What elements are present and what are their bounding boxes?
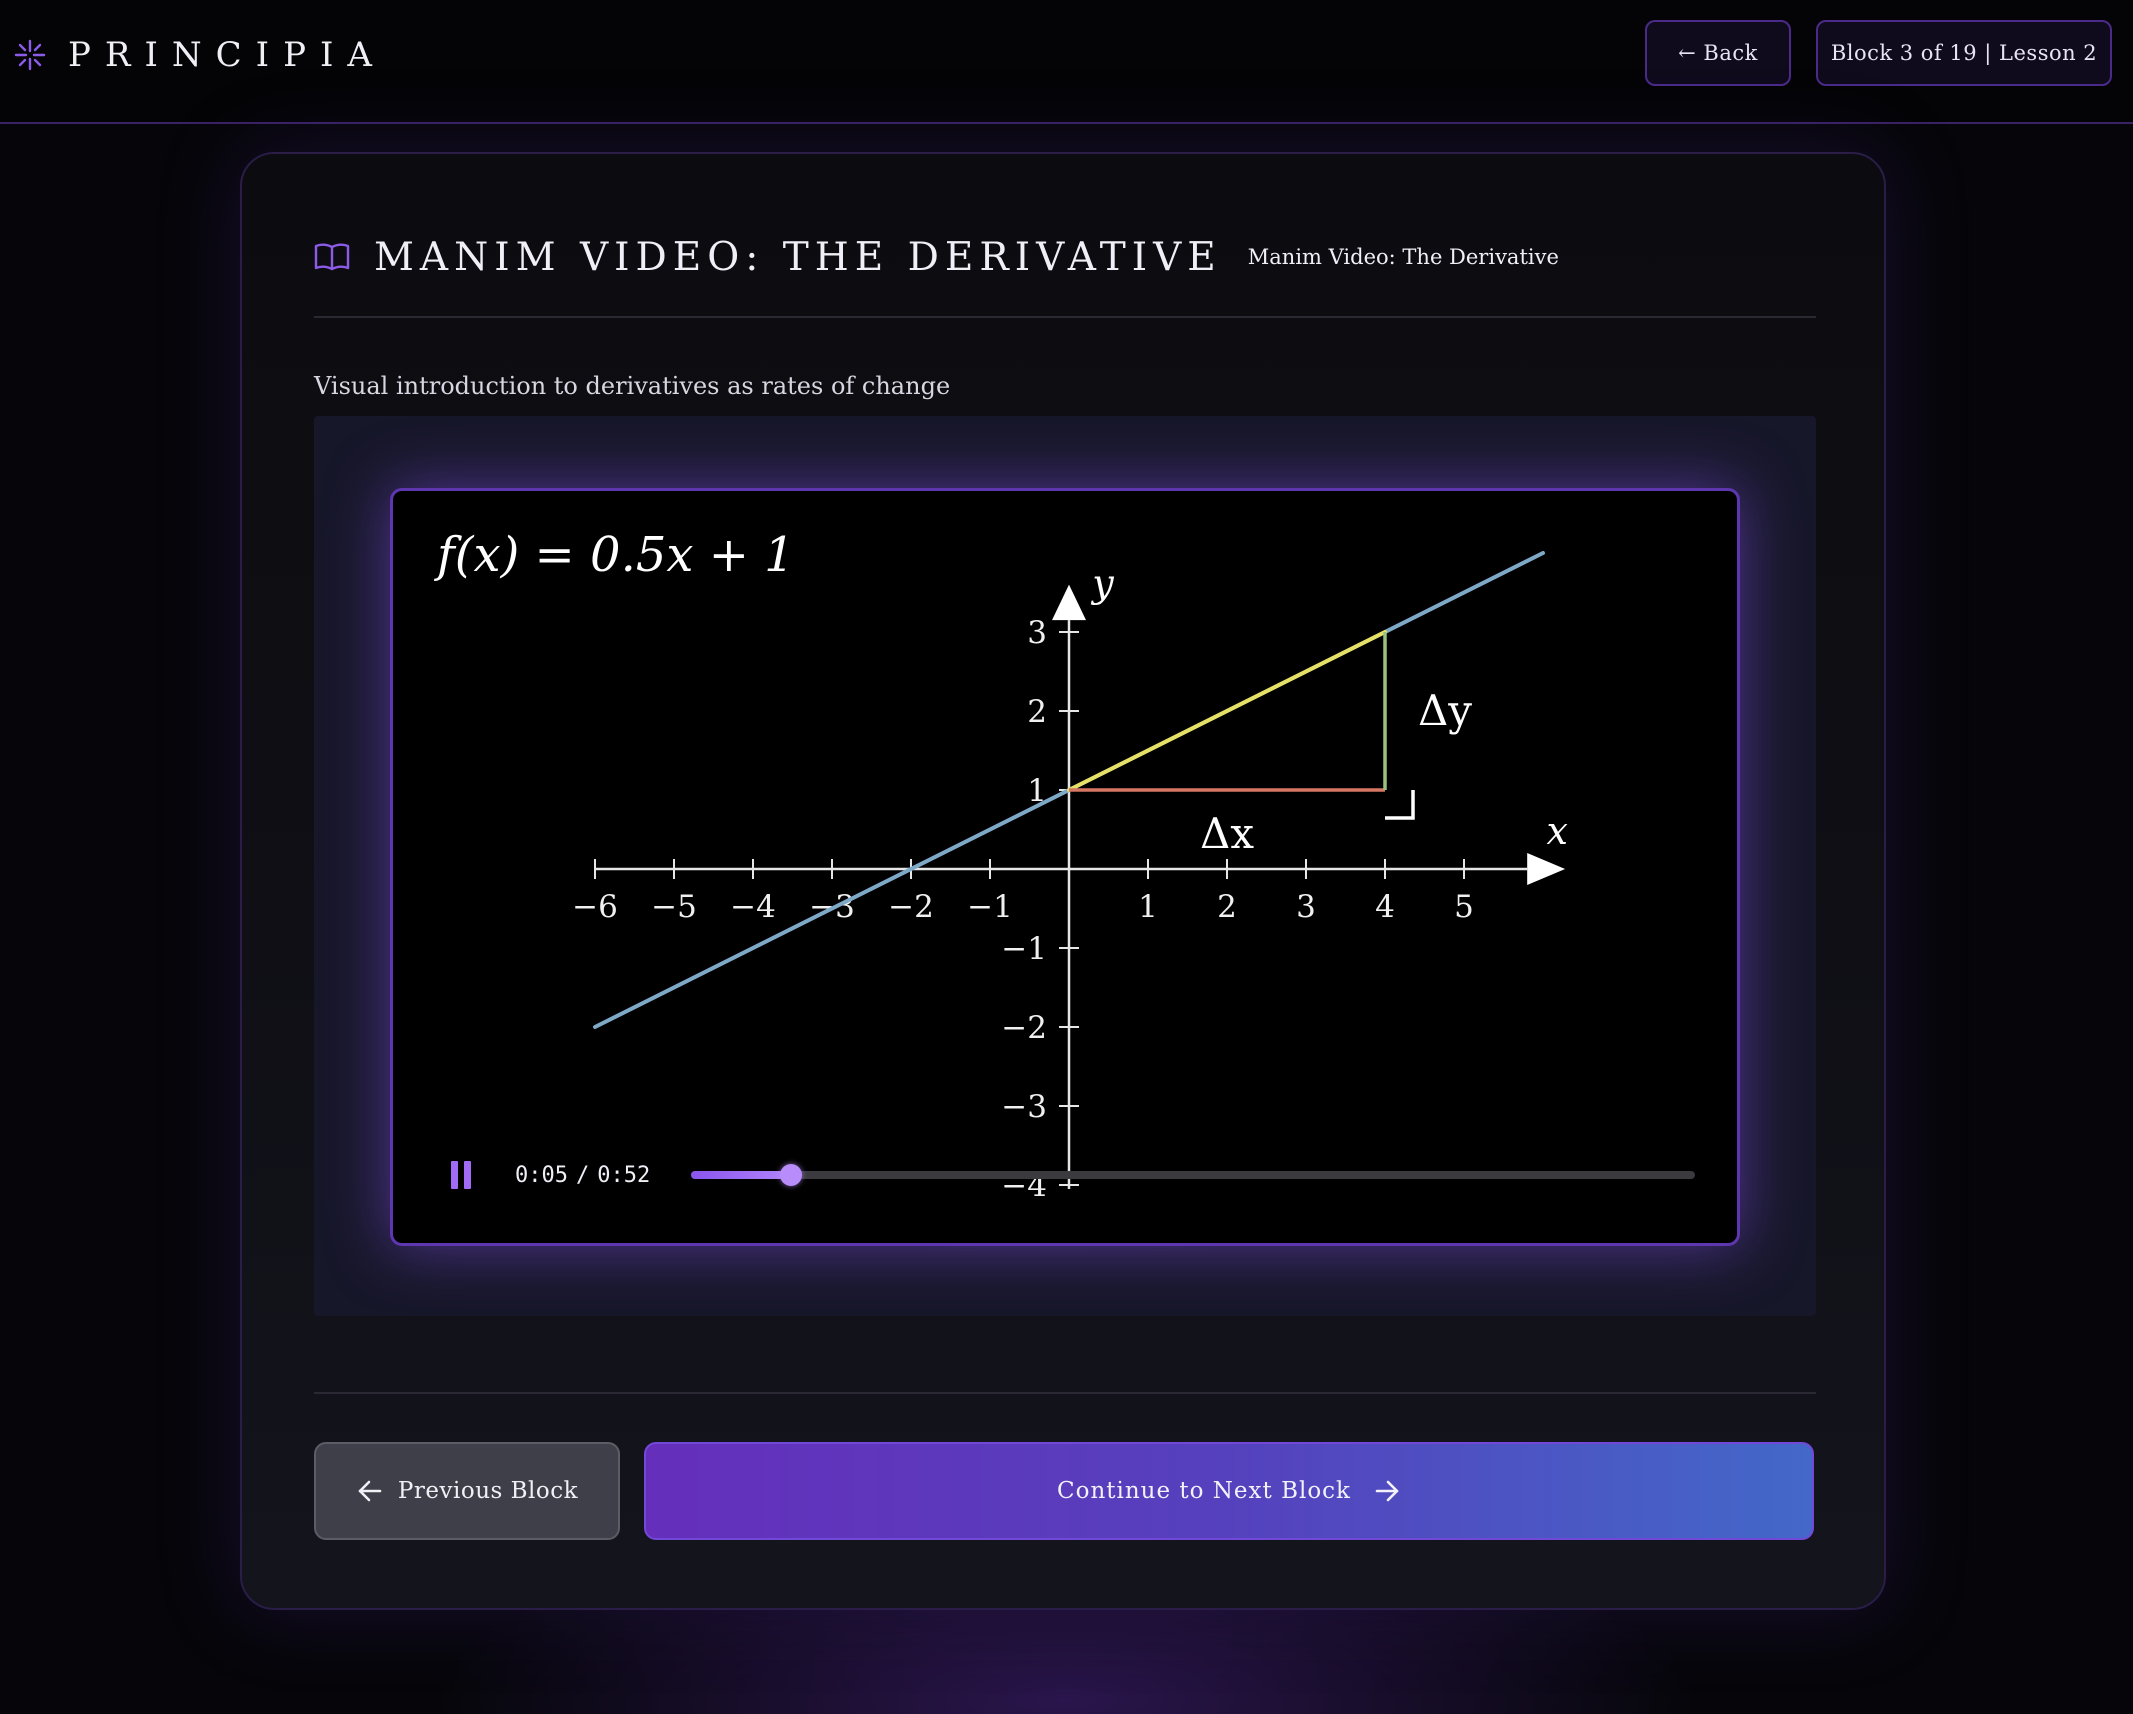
arrow-left-icon	[358, 1480, 382, 1502]
delta-x-label: Δx	[1200, 809, 1254, 858]
video-progress-bar[interactable]	[691, 1164, 1695, 1186]
header-divider	[314, 316, 1816, 318]
function-formula: f(x) = 0.5x + 1	[434, 527, 795, 583]
block-subtitle: Manim Video: The Derivative	[1247, 245, 1559, 269]
y-axis-arrowhead	[1052, 584, 1086, 621]
block-title: MANIM VIDEO: THE DERIVATIVE	[374, 234, 1222, 280]
right-angle-marker	[1385, 790, 1415, 820]
x-axis-arrowhead	[1527, 853, 1566, 885]
brand-name: PRINCIPIA	[68, 35, 386, 75]
pause-bar-right	[464, 1161, 471, 1189]
secant-line	[1067, 630, 1387, 792]
video-stage: −6−5−4−3−2−112345321−1−2−3−4xyΔxΔyf(x) =…	[314, 416, 1816, 1316]
derivative-chart: −6−5−4−3−2−112345321−1−2−3−4xyΔxΔyf(x) =…	[434, 527, 1568, 1204]
x-tick-label: 3	[1296, 889, 1316, 925]
block-header: MANIM VIDEO: THE DERIVATIVE Manim Video:…	[314, 224, 1559, 290]
next-block-button[interactable]: Continue to Next Block	[644, 1442, 1814, 1540]
duration: 0:52	[597, 1162, 651, 1188]
x-tick-label: 5	[1454, 889, 1474, 925]
top-bar: PRINCIPIA ← Back Block 3 of 19 | Lesson …	[0, 0, 2133, 124]
block-progress-badge: Block 3 of 19 | Lesson 2	[1816, 20, 2112, 86]
delta-y-label: Δy	[1418, 686, 1472, 735]
back-button[interactable]: ← Back	[1645, 20, 1791, 86]
next-block-label: Continue to Next Block	[1057, 1478, 1351, 1504]
x-tick-label: 2	[1217, 889, 1237, 925]
x-tick-label: −6	[572, 889, 618, 925]
y-tick-label: −1	[1001, 931, 1047, 967]
y-axis-label: y	[1090, 562, 1114, 606]
footer-divider	[314, 1392, 1816, 1394]
sparkle-icon	[14, 39, 46, 71]
pause-bar-left	[451, 1161, 458, 1189]
y-tick-label: 3	[1027, 615, 1047, 651]
x-axis-label: x	[1547, 809, 1568, 853]
x-tick-label: 4	[1375, 889, 1395, 925]
book-open-icon	[314, 243, 350, 271]
previous-block-button[interactable]: Previous Block	[314, 1442, 620, 1540]
x-tick-label: −1	[967, 889, 1013, 925]
y-tick-label: −2	[1001, 1010, 1047, 1046]
brand[interactable]: PRINCIPIA	[14, 30, 386, 80]
y-tick-label: 2	[1027, 694, 1047, 730]
block-description: Visual introduction to derivatives as ra…	[314, 372, 951, 400]
video-scrubber-handle[interactable]	[780, 1164, 803, 1186]
video-progress-fill	[691, 1171, 792, 1179]
x-tick-label: 1	[1138, 889, 1158, 925]
x-tick-label: −4	[730, 889, 776, 925]
video-player[interactable]: −6−5−4−3−2−112345321−1−2−3−4xyΔxΔyf(x) =…	[390, 488, 1740, 1246]
video-time: 0:05 / 0:52	[515, 1163, 691, 1188]
x-tick-label: −2	[888, 889, 934, 925]
x-tick-label: −5	[651, 889, 697, 925]
pause-button[interactable]	[451, 1161, 473, 1189]
previous-block-label: Previous Block	[397, 1478, 579, 1504]
video-controls: 0:05 / 0:52	[451, 1155, 1711, 1195]
time-separator: /	[575, 1162, 590, 1188]
arrow-right-icon	[1375, 1480, 1399, 1502]
current-time: 0:05	[515, 1162, 568, 1188]
y-tick-label: −3	[1001, 1089, 1047, 1125]
lesson-block-card: MANIM VIDEO: THE DERIVATIVE Manim Video:…	[240, 152, 1886, 1610]
